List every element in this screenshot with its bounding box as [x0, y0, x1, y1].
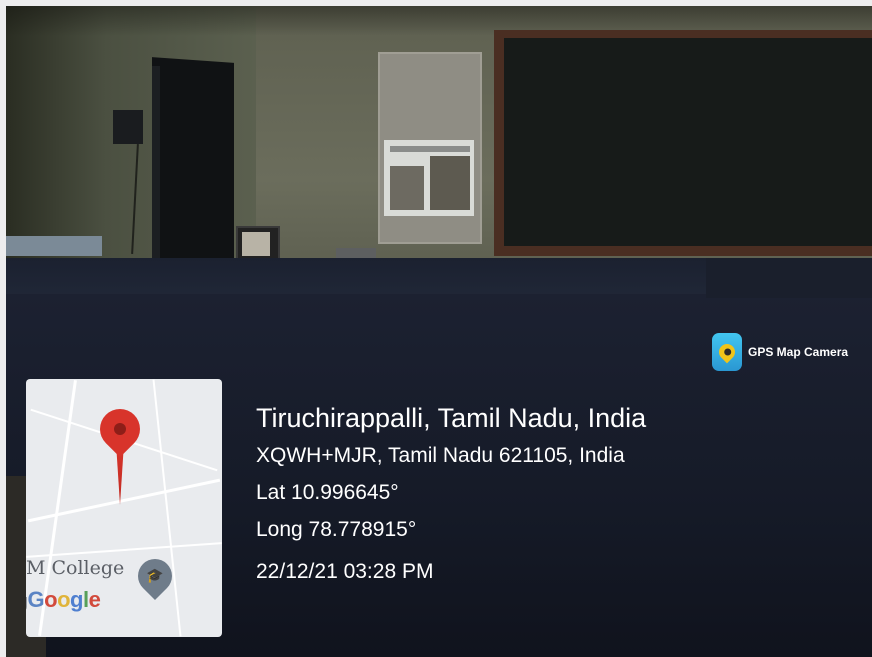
- map-thumbnail: M College 🎓 gGoogle: [26, 379, 222, 637]
- address-line: XQWH+MJR, Tamil Nadu 621105, India: [256, 444, 625, 467]
- blackboard: [504, 38, 872, 246]
- photo-frame-picture: [242, 232, 270, 256]
- map-pin-dot: [114, 423, 126, 435]
- longitude-line: Long 78.778915°: [256, 518, 417, 541]
- app-name: GPS Map Camera: [748, 345, 849, 359]
- google-logo: gGoogle: [26, 587, 101, 612]
- doorway: [152, 57, 234, 273]
- map-place-label: M College: [26, 557, 125, 579]
- poster-header: [390, 146, 470, 152]
- desk-edge: [706, 258, 872, 298]
- door-edge: [152, 66, 160, 266]
- graduation-cap-glyph: 🎓: [146, 567, 164, 583]
- gps-map-camera-badge: GPS Map Camera: [712, 332, 848, 372]
- air-conditioner: [6, 236, 102, 256]
- poster-photo: [390, 166, 424, 210]
- photo: GPS Map Camera M College 🎓 gGoogle Tiruc…: [6, 6, 872, 657]
- gps-map-camera-icon: [712, 333, 742, 371]
- poster-photo: [430, 156, 470, 210]
- latitude-line: Lat 10.996645°: [256, 481, 399, 504]
- datetime-line: 22/12/21 03:28 PM: [256, 560, 434, 583]
- city-line: Tiruchirappalli, Tamil Nadu, India: [256, 403, 647, 433]
- location-info: Tiruchirappalli, Tamil Nadu, India XQWH+…: [256, 399, 646, 590]
- wall-sign: [113, 110, 143, 144]
